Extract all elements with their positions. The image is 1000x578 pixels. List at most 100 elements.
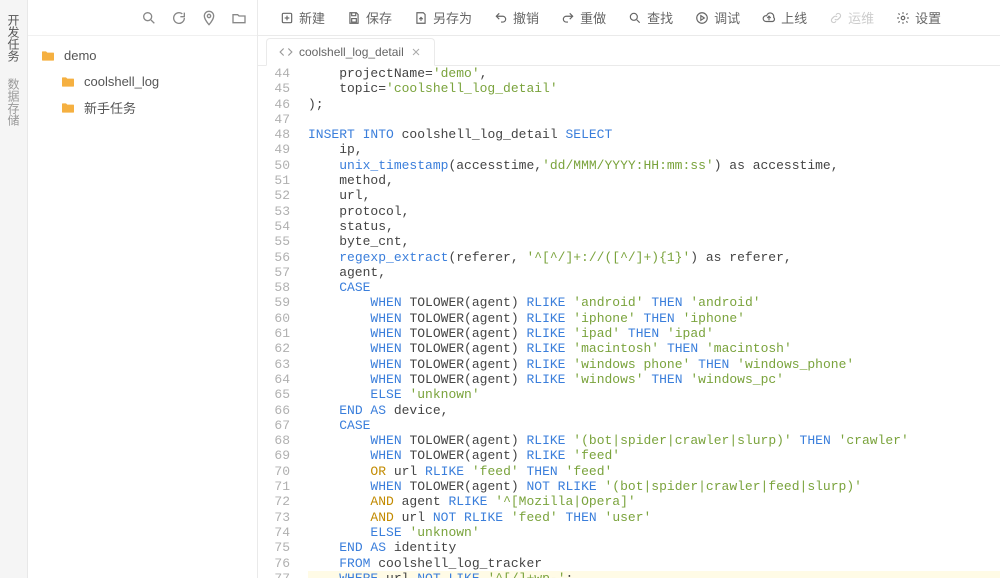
code-line[interactable]: END AS device, [308,403,1000,418]
code-line[interactable]: unix_timestamp(accesstime,'dd/MMM/YYYY:H… [308,158,1000,173]
line-number: 48 [258,127,290,142]
line-number: 77 [258,571,290,578]
code-line[interactable]: WHEN TOLOWER(agent) RLIKE 'ipad' THEN 'i… [308,326,1000,341]
line-number: 53 [258,204,290,219]
line-number: 66 [258,403,290,418]
code-line[interactable]: byte_cnt, [308,234,1000,249]
settings-button[interactable]: 设置 [886,4,951,31]
code-area[interactable]: projectName='demo', topic='coolshell_log… [300,66,1000,578]
main-toolbar: 新建 保存另存为 撤销重做 查找调试上线运维 设置 [258,0,1000,36]
refresh-icon[interactable] [171,10,187,26]
gear-icon [896,11,910,25]
code-line[interactable]: ip, [308,142,1000,157]
code-line[interactable]: status, [308,219,1000,234]
toolbar-label: 设置 [915,8,941,27]
code-line[interactable]: CASE [308,418,1000,433]
location-icon[interactable] [201,10,217,26]
tree-item[interactable]: coolshell_log [28,68,257,94]
code-line[interactable]: AND agent RLIKE '^[Mozilla|Opera]' [308,494,1000,509]
line-number: 46 [258,97,290,112]
find-button[interactable]: 查找 [618,4,683,31]
code-line[interactable]: WHERE url NOT LIKE '^[/]+wp-'; [308,571,1000,578]
left-rail: 开发任务数据存储 [0,0,28,578]
search-icon [628,11,642,25]
close-icon[interactable] [410,46,422,58]
code-line[interactable]: projectName='demo', [308,66,1000,81]
line-number: 63 [258,357,290,372]
code-line[interactable]: topic='coolshell_log_detail' [308,81,1000,96]
tree-item[interactable]: demo [28,42,257,68]
code-line[interactable]: method, [308,173,1000,188]
code-line[interactable]: WHEN TOLOWER(agent) RLIKE 'feed' [308,448,1000,463]
code-line[interactable]: protocol, [308,204,1000,219]
code-line[interactable] [308,112,1000,127]
tree-item[interactable]: 新手任务 [28,94,257,120]
line-number: 55 [258,234,290,249]
code-line[interactable]: regexp_extract(referer, '^[^/]+://([^/]+… [308,250,1000,265]
undo-icon [494,11,508,25]
line-number: 58 [258,280,290,295]
new-button[interactable]: 新建 [270,4,335,31]
saveas-button[interactable]: 另存为 [404,4,482,31]
code-line[interactable]: AND url NOT RLIKE 'feed' THEN 'user' [308,510,1000,525]
cloud-up-icon [762,11,776,25]
line-number: 65 [258,387,290,402]
code-line[interactable]: FROM coolshell_log_tracker [308,556,1000,571]
save-icon [347,11,361,25]
line-number: 68 [258,433,290,448]
line-number: 62 [258,341,290,356]
toolbar-label: 保存 [366,8,392,27]
file-tree: demo coolshell_log新手任务 [28,36,257,126]
code-line[interactable]: ); [308,97,1000,112]
search-icon[interactable] [141,10,157,26]
line-number: 73 [258,510,290,525]
file-panel: demo coolshell_log新手任务 [28,0,258,578]
code-editor[interactable]: 4445464748495051525354555657585960616263… [258,66,1000,578]
code-line[interactable]: OR url RLIKE 'feed' THEN 'feed' [308,464,1000,479]
code-line[interactable]: ELSE 'unknown' [308,525,1000,540]
code-line[interactable]: url, [308,188,1000,203]
code-line[interactable]: END AS identity [308,540,1000,555]
code-line[interactable]: WHEN TOLOWER(agent) RLIKE '(bot|spider|c… [308,433,1000,448]
save-button[interactable]: 保存 [337,4,402,31]
line-number: 61 [258,326,290,341]
line-number: 60 [258,311,290,326]
rail-tab-0[interactable]: 开发任务 [5,6,22,70]
code-line[interactable]: CASE [308,280,1000,295]
folder-icon [40,48,56,62]
toolbar-label: 撤销 [513,8,539,27]
code-line[interactable]: WHEN TOLOWER(agent) RLIKE 'windows' THEN… [308,372,1000,387]
redo-icon [561,11,575,25]
editor-tab[interactable]: coolshell_log_detail [266,38,435,66]
newfolder-icon[interactable] [231,10,247,26]
ops-button: 运维 [819,4,884,31]
code-line[interactable]: ELSE 'unknown' [308,387,1000,402]
line-number: 52 [258,188,290,203]
code-line[interactable]: WHEN TOLOWER(agent) RLIKE 'macintosh' TH… [308,341,1000,356]
link-icon [829,11,843,25]
line-number: 75 [258,540,290,555]
line-number: 59 [258,295,290,310]
code-line[interactable]: WHEN TOLOWER(agent) RLIKE 'android' THEN… [308,295,1000,310]
code-line[interactable]: agent, [308,265,1000,280]
rail-tab-1[interactable]: 数据存储 [5,70,22,134]
code-line[interactable]: WHEN TOLOWER(agent) NOT RLIKE '(bot|spid… [308,479,1000,494]
tree-item-label: demo [64,48,97,63]
line-number: 45 [258,81,290,96]
folder-icon [60,100,76,114]
line-number: 74 [258,525,290,540]
line-number: 57 [258,265,290,280]
code-line[interactable]: WHEN TOLOWER(agent) RLIKE 'windows phone… [308,357,1000,372]
code-line[interactable]: WHEN TOLOWER(agent) RLIKE 'iphone' THEN … [308,311,1000,326]
debug-button[interactable]: 调试 [685,4,750,31]
redo-button[interactable]: 重做 [551,4,616,31]
line-gutter: 4445464748495051525354555657585960616263… [258,66,300,578]
line-number: 49 [258,142,290,157]
code-icon [279,45,293,59]
undo-button[interactable]: 撤销 [484,4,549,31]
toolbar-label: 查找 [647,8,673,27]
line-number: 50 [258,158,290,173]
code-line[interactable]: INSERT INTO coolshell_log_detail SELECT [308,127,1000,142]
line-number: 72 [258,494,290,509]
publish-button[interactable]: 上线 [752,4,817,31]
